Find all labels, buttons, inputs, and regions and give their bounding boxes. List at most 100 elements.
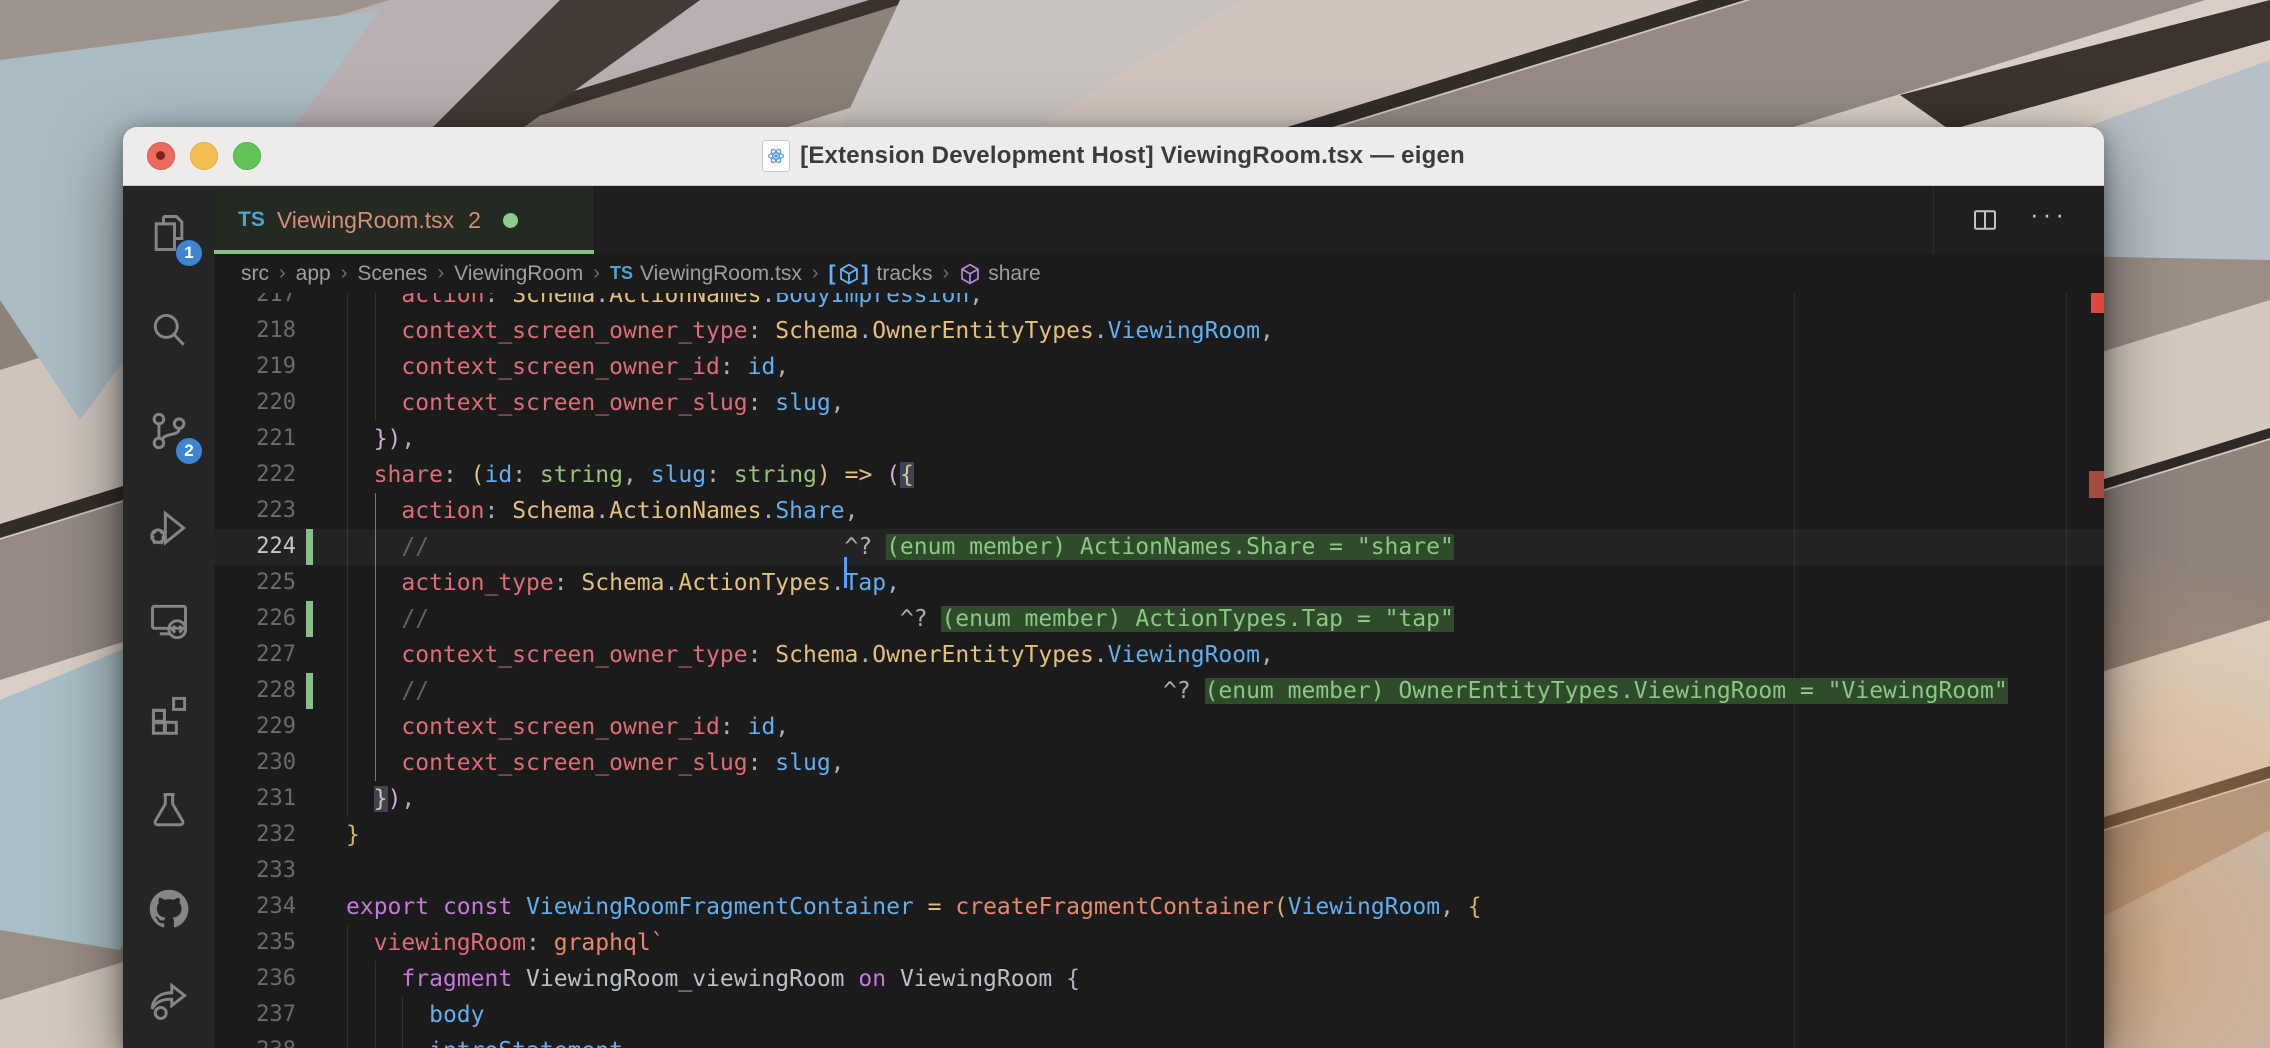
breadcrumb-separator: › (942, 262, 950, 284)
tab-viewingroom-tsx[interactable]: TS ViewingRoom.tsx 2 (214, 186, 595, 254)
run-and-debug-icon (149, 510, 186, 546)
line-number: 232 (256, 822, 296, 847)
line-number: 238 (214, 1033, 296, 1048)
code-line-236[interactable]: 236 fragment ViewingRoom_viewingRoom on … (214, 961, 2104, 997)
code-line-221[interactable]: 221 }), (214, 421, 2104, 457)
breadcrumb-item-tracks[interactable]: [] tracks (829, 262, 933, 286)
tab-filename: ViewingRoom.tsx (276, 206, 455, 233)
line-number: 229 (256, 714, 296, 739)
activity-bar-item-testing[interactable] (123, 776, 214, 846)
inline-type-annotation: (enum member) ActionTypes.Tap = "tap" (941, 606, 1454, 632)
code-line-229[interactable]: 229 context_screen_owner_id: id, (214, 709, 2104, 745)
code-line-225[interactable]: 225 action_type: Schema.ActionTypes.Tap, (214, 565, 2104, 601)
activity-bar: 12 (123, 186, 214, 1048)
breadcrumb-separator: › (340, 262, 348, 284)
line-number: 233 (256, 858, 296, 883)
overview-ruler-error-mark (2089, 471, 2104, 498)
code-line-233[interactable]: 233 (214, 853, 2104, 889)
breadcrumb-item-viewingroom-tsx[interactable]: TS ViewingRoom.tsx (610, 262, 802, 286)
code-line-218[interactable]: 218 context_screen_owner_type: Schema.Ow… (214, 313, 2104, 349)
line-number: 219 (256, 354, 296, 379)
tab-bar: TS ViewingRoom.tsx 2 ··· (214, 186, 2104, 254)
testing-icon (153, 793, 184, 827)
ts-file-icon: TS (238, 208, 265, 231)
code-text: } (346, 822, 360, 848)
live-share-icon (150, 982, 187, 1020)
zoom-window-button[interactable] (233, 142, 261, 170)
code-text: viewingRoom: graphql` (373, 930, 665, 956)
activity-bar-item-live-share[interactable] (123, 966, 214, 1036)
line-number: 222 (256, 462, 296, 487)
code-line-217[interactable]: 217 action: Schema.ActionNames.BodyImpre… (214, 293, 2104, 313)
line-number: 231 (256, 786, 296, 811)
code-line-232[interactable]: 232} (214, 817, 2104, 853)
editor-actions: ··· (1933, 186, 2104, 254)
code-line-223[interactable]: 223 action: Schema.ActionNames.Share, (214, 493, 2104, 529)
code-line-228[interactable]: 228 // ^? (enum member) OwnerEntityTypes… (214, 673, 2104, 709)
activity-bar-item-github[interactable] (123, 874, 214, 944)
breadcrumb-item-viewingroom[interactable]: ViewingRoom (454, 262, 583, 286)
line-number: 230 (256, 750, 296, 775)
github-icon (149, 889, 188, 928)
code-line-227[interactable]: 227 context_screen_owner_type: Schema.Ow… (214, 637, 2104, 673)
code-line-219[interactable]: 219 context_screen_owner_id: id, (214, 349, 2104, 385)
code-line-231[interactable]: 231 }), (214, 781, 2104, 817)
code-line-237[interactable]: 237 body (214, 997, 2104, 1033)
inline-type-annotation: (enum member) OwnerEntityTypes.ViewingRo… (1204, 678, 2008, 704)
line-number: 234 (256, 894, 296, 919)
code-line-226[interactable]: 226 // ^? (enum member) ActionTypes.Tap … (214, 601, 2104, 637)
symbol-array-icon: ] (861, 261, 869, 285)
code-text: introStatement (346, 1033, 623, 1048)
code-line-224[interactable]: 224 // ^? (enum member) ActionNames.Shar… (214, 529, 2104, 588)
split-editor-icon[interactable] (1970, 205, 2000, 235)
code-text: context_screen_owner_type: Schema.OwnerE… (401, 642, 1274, 668)
code-text: action_type: Schema.ActionTypes.Tap, (401, 570, 900, 596)
activity-bar-item-extensions[interactable] (123, 679, 214, 749)
overview-ruler-error-mark (2091, 293, 2104, 313)
line-number: 220 (256, 390, 296, 415)
code-text: context_screen_owner_id: id, (401, 714, 790, 740)
line-number: 226 (256, 606, 296, 631)
activity-bar-item-run-and-debug[interactable] (123, 493, 214, 563)
symbol-array-icon: [ (828, 261, 836, 285)
activity-bar-item-remote-explorer[interactable] (123, 586, 214, 656)
traffic-lights (123, 142, 261, 170)
source-control-badge: 2 (176, 438, 202, 464)
window-titlebar[interactable]: [Extension Development Host] ViewingRoom… (123, 127, 2104, 186)
code-text: fragment ViewingRoom_viewingRoom on View… (401, 966, 1080, 992)
more-actions-icon[interactable]: ··· (2030, 201, 2068, 227)
breadcrumb-item-src[interactable]: src (241, 262, 269, 286)
code-text: context_screen_owner_slug: slug, (401, 390, 845, 416)
search-icon (153, 313, 185, 346)
code-text: context_screen_owner_type: Schema.OwnerE… (401, 318, 1274, 344)
code-text: action: Schema.ActionNames.Share, (401, 498, 859, 524)
code-line-238[interactable]: 238 introStatement (214, 1033, 2104, 1048)
code-text: }), (373, 426, 416, 452)
code-line-220[interactable]: 220 context_screen_owner_slug: slug, (214, 385, 2104, 421)
git-modified-gutter-bar (306, 601, 313, 637)
code-line-235[interactable]: 235 viewingRoom: graphql` (214, 925, 2104, 961)
code-line-222[interactable]: 222 share: (id: string, slug: string) =>… (214, 457, 2104, 493)
git-modified-gutter-bar (306, 529, 313, 565)
code-editor[interactable]: 217 action: Schema.ActionNames.BodyImpre… (214, 293, 2104, 1048)
line-number: 225 (256, 570, 296, 595)
minimize-window-button[interactable] (190, 142, 218, 170)
line-number: 221 (256, 426, 296, 451)
breadcrumb-separator: › (437, 262, 445, 284)
activity-bar-item-explorer[interactable]: 1 (123, 198, 214, 268)
modified-indicator-dot[interactable] (502, 212, 518, 228)
close-window-button[interactable] (147, 142, 175, 170)
window-title: [Extension Development Host] ViewingRoom… (800, 142, 1465, 169)
code-line-230[interactable]: 230 context_screen_owner_slug: slug, (214, 745, 2104, 781)
code-line-234[interactable]: 234 export const ViewingRoomFragmentConta… (214, 889, 2104, 925)
breadcrumb-item-scenes[interactable]: Scenes (357, 262, 427, 286)
activity-bar-item-search[interactable] (123, 296, 214, 366)
activity-bar-item-source-control[interactable]: 2 (123, 396, 214, 466)
breadcrumb-separator: › (811, 262, 819, 284)
ts-file-icon: TS (609, 263, 633, 283)
remote-explorer-icon (150, 604, 187, 640)
vscode-window: [Extension Development Host] ViewingRoom… (123, 127, 2104, 1048)
breadcrumb-item-app[interactable]: app (296, 262, 331, 286)
breadcrumb-item-share[interactable]: share (959, 262, 1041, 286)
extensions-icon (151, 696, 186, 735)
